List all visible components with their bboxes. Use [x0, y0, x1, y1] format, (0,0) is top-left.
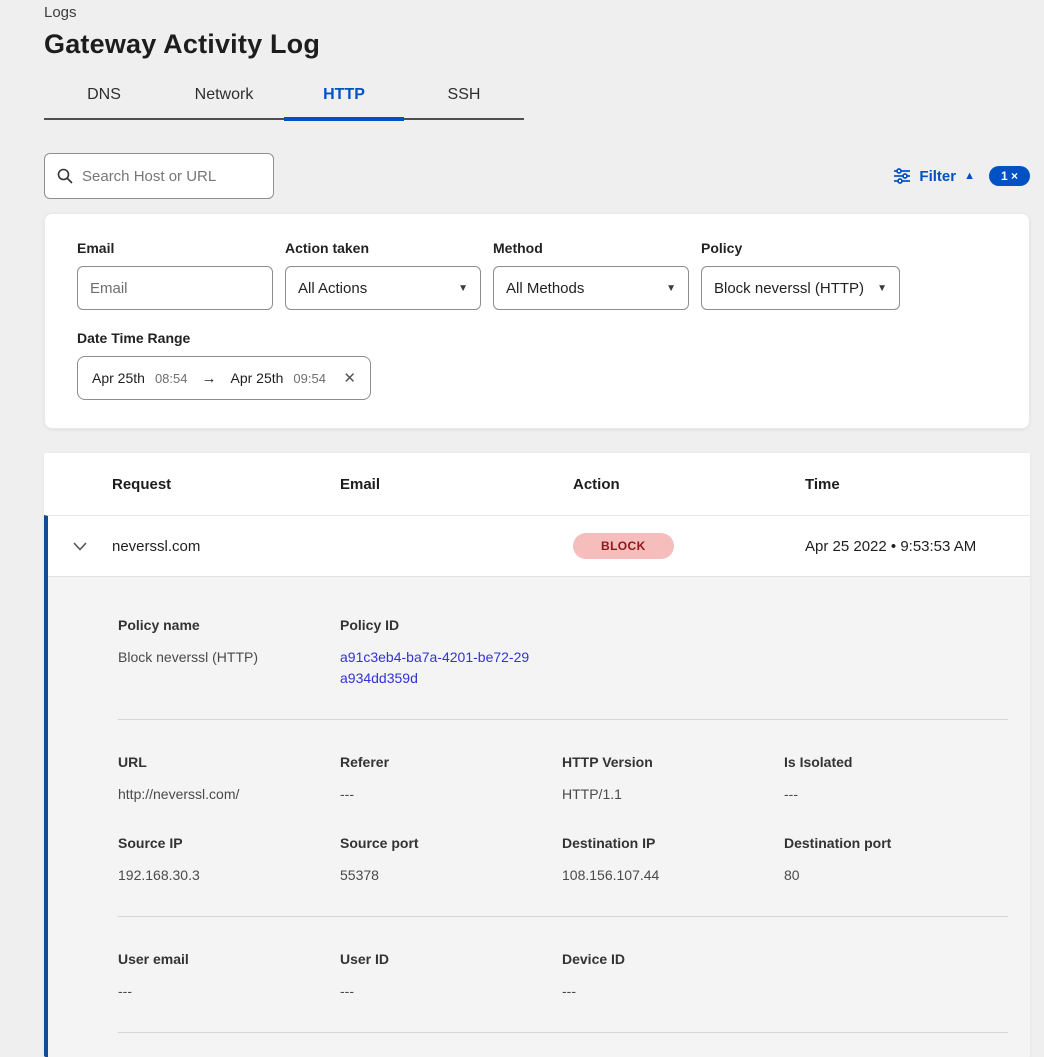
email-filter-label: Email — [77, 240, 273, 256]
start-time: 08:54 — [155, 371, 188, 386]
end-time: 09:54 — [293, 371, 326, 386]
search-input[interactable] — [82, 168, 261, 185]
clear-date-icon[interactable]: ✕ — [343, 369, 356, 387]
action-select[interactable]: All Actions ▼ — [285, 266, 481, 310]
tab-http[interactable]: HTTP — [284, 80, 404, 118]
col-action: Action — [573, 476, 805, 493]
filter-count-badge[interactable]: 1 × — [989, 166, 1030, 186]
table-header: Request Email Action Time — [44, 453, 1030, 515]
row-request: neverssl.com — [112, 538, 340, 555]
row-action: BLOCK — [573, 533, 805, 559]
toolbar: Filter ▲ 1 × — [44, 153, 1030, 199]
user-email-item: User email --- — [118, 951, 340, 1002]
collapse-caret-icon: ▲ — [964, 170, 975, 182]
divider — [118, 1032, 1008, 1033]
tab-bar: DNS Network HTTP SSH — [44, 80, 524, 120]
chevron-down-icon: ▼ — [877, 283, 887, 294]
user-id-item: User ID --- — [340, 951, 562, 1002]
source-port-label: Source port — [340, 835, 562, 851]
http-version-label: HTTP Version — [562, 754, 784, 770]
expanded-row-group: neverssl.com BLOCK Apr 25 2022 • 9:53:53… — [44, 515, 1030, 1057]
policy-filter-label: Policy — [701, 240, 900, 256]
is-isolated-item: Is Isolated --- — [784, 754, 1006, 805]
breadcrumb: Logs — [44, 0, 1030, 21]
url-value: http://neverssl.com/ — [118, 784, 340, 805]
is-isolated-label: Is Isolated — [784, 754, 1006, 770]
date-range-label: Date Time Range — [77, 330, 997, 346]
action-filter-label: Action taken — [285, 240, 481, 256]
source-port-value: 55378 — [340, 865, 562, 886]
device-id-value: --- — [562, 981, 784, 1002]
policy-name-label: Policy name — [118, 617, 340, 633]
source-ip-label: Source IP — [118, 835, 340, 851]
destination-ip-value: 108.156.107.44 — [562, 865, 784, 886]
action-select-value: All Actions — [298, 280, 367, 297]
row-details: Policy name Block neverssl (HTTP) Policy… — [48, 576, 1030, 1057]
destination-port-value: 80 — [784, 865, 1006, 886]
method-select[interactable]: All Methods ▼ — [493, 266, 689, 310]
divider — [118, 916, 1008, 917]
col-time: Time — [805, 476, 1030, 493]
row-time: Apr 25 2022 • 9:53:53 AM — [805, 538, 1030, 555]
destination-port-item: Destination port 80 — [784, 835, 1006, 886]
user-id-label: User ID — [340, 951, 562, 967]
policy-id-link[interactable]: a91c3eb4-ba7a-4201-be72-29a934dd359d — [340, 647, 536, 689]
destination-ip-label: Destination IP — [562, 835, 784, 851]
end-date: Apr 25th — [230, 370, 283, 386]
policy-id-item: Policy ID a91c3eb4-ba7a-4201-be72-29a934… — [340, 617, 562, 689]
user-email-value: --- — [118, 981, 340, 1002]
policy-select-value: Block neverssl (HTTP) — [714, 280, 864, 297]
chevron-down-icon[interactable] — [48, 542, 112, 551]
email-field-wrap — [77, 266, 273, 310]
source-port-item: Source port 55378 — [340, 835, 562, 886]
filter-label: Filter — [919, 168, 956, 185]
filter-sliders-icon — [893, 168, 911, 184]
method-filter-label: Method — [493, 240, 689, 256]
source-ip-value: 192.168.30.3 — [118, 865, 340, 886]
tab-ssh[interactable]: SSH — [404, 80, 524, 118]
divider — [118, 719, 1008, 720]
arrow-right-icon: → — [197, 370, 220, 387]
policy-name-value: Block neverssl (HTTP) — [118, 647, 340, 668]
http-version-item: HTTP Version HTTP/1.1 — [562, 754, 784, 805]
policy-id-label: Policy ID — [340, 617, 562, 633]
email-field[interactable] — [90, 280, 260, 297]
url-label: URL — [118, 754, 340, 770]
tab-network[interactable]: Network — [164, 80, 284, 118]
device-id-item: Device ID --- — [562, 951, 784, 1002]
date-range-picker[interactable]: Apr 25th 08:54 → Apr 25th 09:54 ✕ — [77, 356, 371, 400]
referer-label: Referer — [340, 754, 562, 770]
method-select-value: All Methods — [506, 280, 584, 297]
destination-ip-item: Destination IP 108.156.107.44 — [562, 835, 784, 886]
user-email-label: User email — [118, 951, 340, 967]
destination-port-label: Destination port — [784, 835, 1006, 851]
col-request: Request — [112, 476, 340, 493]
policy-select[interactable]: Block neverssl (HTTP) ▼ — [701, 266, 900, 310]
referer-item: Referer --- — [340, 754, 562, 805]
block-status-badge: BLOCK — [573, 533, 674, 559]
log-table: Request Email Action Time neverssl.com B… — [44, 453, 1030, 1057]
device-id-label: Device ID — [562, 951, 784, 967]
source-ip-item: Source IP 192.168.30.3 — [118, 835, 340, 886]
referer-value: --- — [340, 784, 562, 805]
start-date: Apr 25th — [92, 370, 145, 386]
policy-name-item: Policy name Block neverssl (HTTP) — [118, 617, 340, 689]
col-email: Email — [340, 476, 573, 493]
filter-panel: Email Action taken All Actions ▼ Method … — [44, 213, 1030, 429]
user-id-value: --- — [340, 981, 562, 1002]
search-icon — [57, 168, 73, 184]
filter-toggle[interactable]: Filter ▲ 1 × — [893, 166, 1030, 186]
chevron-down-icon: ▼ — [458, 283, 468, 294]
url-item: URL http://neverssl.com/ — [118, 754, 340, 805]
search-box[interactable] — [44, 153, 274, 199]
tab-dns[interactable]: DNS — [44, 80, 164, 118]
chevron-down-icon: ▼ — [666, 283, 676, 294]
http-version-value: HTTP/1.1 — [562, 784, 784, 805]
table-row[interactable]: neverssl.com BLOCK Apr 25 2022 • 9:53:53… — [48, 516, 1030, 576]
page-title: Gateway Activity Log — [44, 29, 1030, 60]
is-isolated-value: --- — [784, 784, 1006, 805]
